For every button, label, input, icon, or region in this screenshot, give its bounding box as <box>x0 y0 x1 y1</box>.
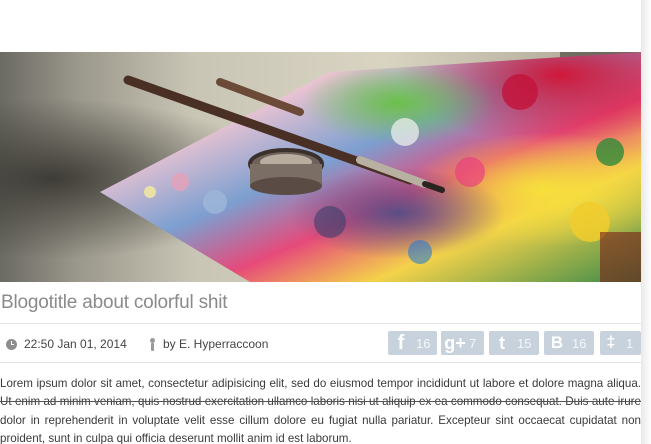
facebook-icon: f <box>397 331 405 354</box>
other-count: 1 <box>626 335 634 351</box>
runner-icon: ‡ <box>606 334 616 351</box>
hero-image <box>0 52 641 282</box>
facebook-count: 16 <box>416 335 431 351</box>
post-author: by E. Hyperraccoon <box>149 336 268 352</box>
share-twitter-button[interactable]: t 15 <box>489 331 539 355</box>
post-date-text: 22:50 Jan 01, 2014 <box>24 337 127 351</box>
share-other-button[interactable]: ‡ 1 <box>600 331 641 355</box>
user-icon <box>149 337 156 351</box>
page-side-shadow <box>641 0 651 444</box>
post-date: 22:50 Jan 01, 2014 <box>6 336 127 352</box>
vk-count: 16 <box>572 335 587 351</box>
blog-post-card: Blogotitle about colorful shit 22:50 Jan… <box>0 0 641 444</box>
twitter-count: 15 <box>517 335 532 351</box>
share-facebook-button[interactable]: f 16 <box>388 331 437 355</box>
share-googleplus-button[interactable]: g+ 7 <box>441 331 484 355</box>
divider-bottom <box>0 362 641 363</box>
post-title[interactable]: Blogotitle about colorful shit <box>1 292 228 314</box>
divider-top <box>0 323 641 324</box>
clock-icon <box>6 338 17 350</box>
twitter-icon: t <box>499 332 505 353</box>
googleplus-count: 7 <box>469 335 477 351</box>
vk-b-icon: B <box>550 333 564 352</box>
share-vk-button[interactable]: B 16 <box>544 331 594 355</box>
strike-through-line <box>0 401 641 402</box>
google-plus-icon: g+ <box>444 332 466 353</box>
post-body: Lorem ipsum dolor sit amet, consectetur … <box>0 377 641 444</box>
post-author-text[interactable]: by E. Hyperraccoon <box>163 337 268 351</box>
